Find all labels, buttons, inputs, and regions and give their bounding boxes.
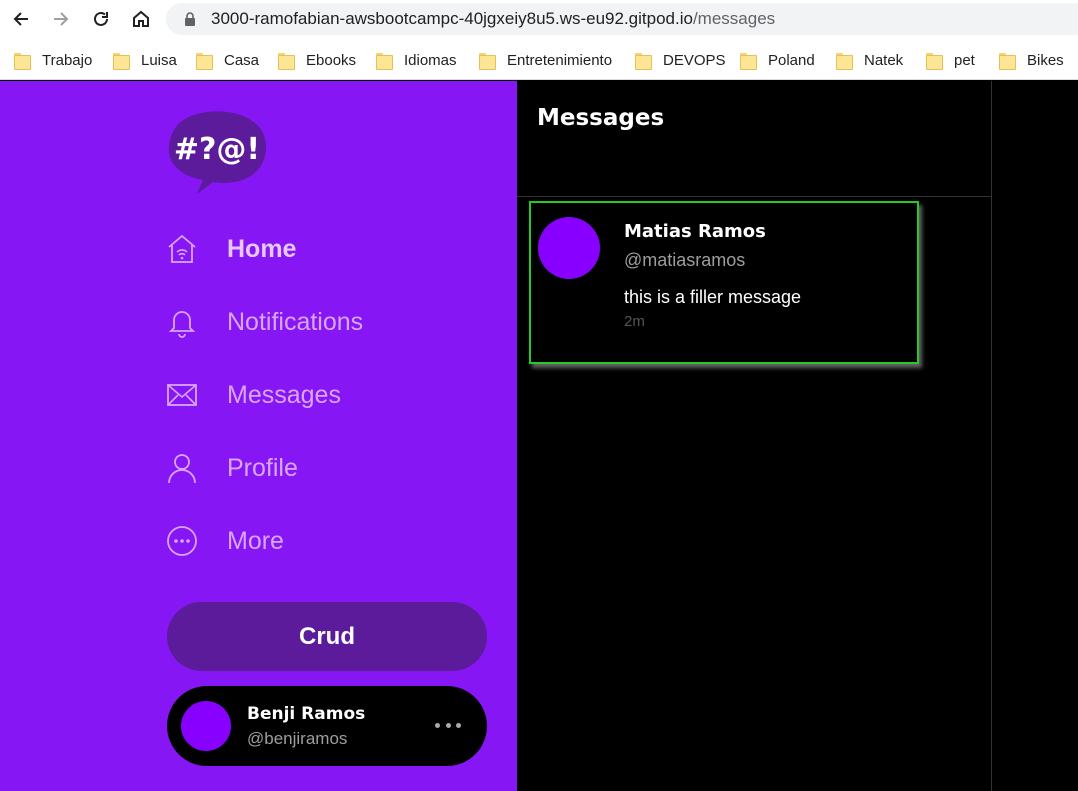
bell-icon (165, 305, 199, 339)
home-icon (165, 232, 199, 266)
message-text: this is a filler message (624, 287, 802, 307)
bookmark-label: Bikes (1027, 51, 1064, 69)
sidebar-item-label: Profile (227, 453, 298, 482)
avatar (181, 701, 231, 751)
url-text: 3000-ramofabian-awsbootcampc-40jgxeiy8u5… (211, 9, 775, 29)
folder-icon (999, 52, 1016, 70)
logo: #?@! (168, 111, 267, 194)
bookmark-natek[interactable]: Natek (836, 50, 903, 70)
right-panel (993, 81, 1078, 791)
sidebar-item-home[interactable]: Home (165, 229, 296, 269)
bookmark-trabajo[interactable]: Trabajo (14, 50, 92, 70)
logo-text: #?@! (174, 132, 260, 167)
folder-icon (926, 52, 943, 70)
main-content: Messages Matias Ramos @matiasramos this … (517, 81, 992, 791)
folder-icon (635, 52, 652, 70)
message-sender-name: Matias Ramos (624, 221, 766, 242)
more-circle-icon (165, 524, 199, 558)
folder-icon (113, 52, 130, 70)
page-title: Messages (537, 105, 665, 131)
folder-icon (14, 52, 31, 70)
crud-button[interactable]: Crud (167, 602, 487, 671)
profile-name: Benji Ramos (247, 704, 366, 724)
message-time: 2m (624, 313, 645, 330)
app-root: #?@! Home Notifications Messages Profile (0, 81, 1078, 791)
bookmark-label: Entretenimiento (507, 51, 613, 69)
folder-icon (479, 52, 496, 70)
more-options-icon[interactable] (435, 723, 461, 729)
arrow-left-icon (13, 12, 28, 26)
bookmark-label: Casa (224, 51, 260, 69)
bookmark-luisa[interactable]: Luisa (113, 50, 177, 70)
sidebar-item-more[interactable]: More (165, 521, 284, 561)
bookmark-label: Idiomas (404, 51, 457, 69)
sidebar-item-notifications[interactable]: Notifications (165, 302, 363, 342)
bookmarks-bar: Trabajo Luisa Casa Ebooks Idiomas Entret… (0, 38, 1078, 80)
browser-toolbar: 3000-ramofabian-awsbootcampc-40jgxeiy8u5… (0, 0, 1078, 38)
bookmark-label: Ebooks (306, 51, 357, 69)
bookmark-bikes[interactable]: Bikes (999, 50, 1064, 70)
reload-icon (94, 11, 108, 26)
envelope-icon (165, 378, 199, 412)
bookmark-ebooks[interactable]: Ebooks (278, 50, 356, 70)
sidebar-item-label: Notifications (227, 307, 364, 336)
message-sender-handle: @matiasramos (624, 250, 746, 270)
bookmark-label: Poland (768, 51, 815, 69)
content-header: Messages (517, 81, 992, 197)
sidebar-item-label: Home (227, 234, 297, 263)
bookmark-label: pet (954, 51, 975, 69)
bookmark-label: DEVOPS (663, 51, 726, 69)
folder-icon (278, 52, 295, 70)
profile-handle: @benjiramos (247, 729, 348, 748)
url-host: 3000-ramofabian-awsbootcampc-40jgxeiy8u5… (211, 9, 693, 28)
bookmark-casa[interactable]: Casa (196, 50, 259, 70)
browser-home-icon (133, 10, 149, 27)
bookmark-label: Trabajo (42, 51, 93, 69)
address-bar[interactable]: 3000-ramofabian-awsbootcampc-40jgxeiy8u5… (166, 3, 1078, 35)
person-icon (165, 451, 199, 485)
bookmark-entretenimiento[interactable]: Entretenimiento (479, 50, 612, 70)
sidebar: #?@! Home Notifications Messages Profile (0, 81, 517, 791)
sidebar-item-messages[interactable]: Messages (165, 375, 341, 415)
sidebar-item-label: Messages (227, 380, 341, 409)
bookmark-label: Natek (864, 51, 904, 69)
bookmark-label: Luisa (141, 51, 177, 69)
url-path: /messages (692, 9, 776, 28)
folder-icon (836, 52, 853, 70)
folder-icon (196, 52, 213, 70)
message-group-item[interactable]: Matias Ramos @matiasramos this is a fill… (529, 201, 919, 364)
sidebar-item-profile[interactable]: Profile (165, 448, 298, 488)
folder-icon (376, 52, 393, 70)
bookmark-devops[interactable]: DEVOPS (635, 50, 726, 70)
bookmark-idiomas[interactable]: Idiomas (376, 50, 457, 70)
arrow-right-icon (54, 12, 69, 26)
avatar (538, 217, 600, 279)
profile-card[interactable]: Benji Ramos @benjiramos (167, 686, 487, 766)
bookmark-pet[interactable]: pet (926, 50, 975, 70)
home-button[interactable] (128, 7, 154, 31)
folder-icon (740, 52, 757, 70)
forward-button[interactable] (48, 7, 74, 31)
bookmark-poland[interactable]: Poland (740, 50, 815, 70)
back-button[interactable] (8, 7, 34, 31)
lock-icon (185, 12, 195, 26)
sidebar-item-label: More (227, 526, 284, 555)
reload-button[interactable] (88, 7, 114, 31)
